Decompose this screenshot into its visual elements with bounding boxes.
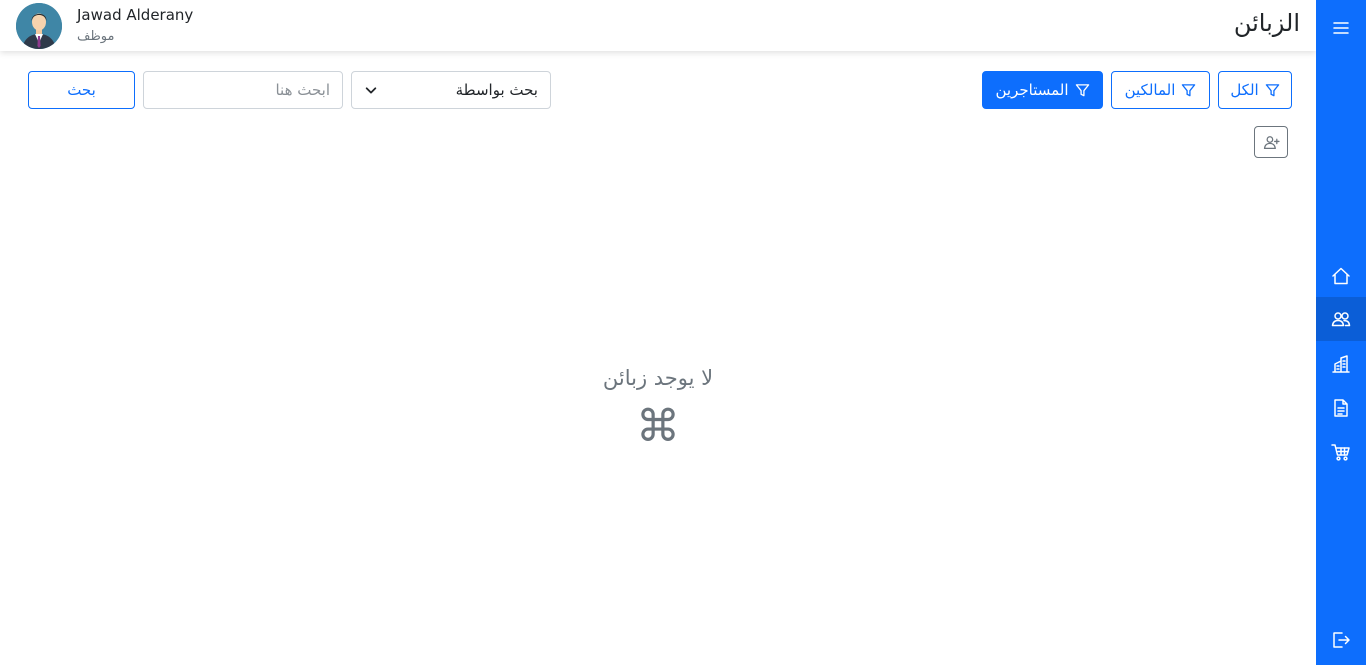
search-input[interactable] xyxy=(143,71,343,109)
cart-icon xyxy=(1331,444,1350,461)
user-role: موظف xyxy=(77,29,115,44)
people-icon xyxy=(1331,312,1351,327)
sidebar-item-home[interactable] xyxy=(1316,254,1366,298)
filter-owners-button[interactable]: المالكين xyxy=(1111,71,1210,109)
filter-tenants-button[interactable]: المستاجرين xyxy=(982,71,1103,109)
top-header: Jawad Alderany موظف الزبائن xyxy=(0,0,1316,51)
search-button[interactable]: بحث xyxy=(28,71,135,109)
file-text-icon xyxy=(1334,399,1348,417)
search-by-label: بحث بواسطة xyxy=(455,81,538,99)
filter-icon xyxy=(1075,83,1089,96)
filter-all-button[interactable]: الكل xyxy=(1218,71,1292,109)
menu-icon xyxy=(1333,22,1349,34)
user-avatar-icon xyxy=(16,3,62,49)
sidebar-item-customers[interactable] xyxy=(1316,297,1366,341)
filter-tenants-label: المستاجرين xyxy=(995,81,1069,99)
search-button-label: بحث xyxy=(67,81,96,99)
chevron-down-icon xyxy=(365,87,377,94)
search-by-select[interactable]: بحث بواسطة xyxy=(351,71,551,109)
empty-state-icon: ⌘ xyxy=(636,401,680,452)
sidebar xyxy=(1316,0,1366,665)
sidebar-item-purchases[interactable] xyxy=(1316,430,1366,474)
user-name: Jawad Alderany xyxy=(77,6,194,24)
empty-state-message: لا يوجد زبائن xyxy=(602,366,714,390)
logout-icon xyxy=(1333,632,1350,648)
sidebar-item-documents[interactable] xyxy=(1316,386,1366,430)
sidebar-menu-toggle[interactable] xyxy=(1316,6,1366,50)
sidebar-logout[interactable] xyxy=(1316,618,1366,662)
add-customer-button[interactable] xyxy=(1254,126,1288,158)
page-title: الزبائن xyxy=(1233,9,1300,37)
home-icon xyxy=(1332,267,1350,285)
filter-all-label: الكل xyxy=(1230,81,1259,99)
filter-icon xyxy=(1265,83,1279,96)
buildings-icon xyxy=(1332,355,1350,373)
sidebar-item-buildings[interactable] xyxy=(1316,342,1366,386)
person-plus-icon xyxy=(1263,135,1280,149)
filter-icon xyxy=(1182,83,1196,96)
filter-owners-label: المالكين xyxy=(1124,81,1176,99)
avatar[interactable] xyxy=(16,3,62,49)
